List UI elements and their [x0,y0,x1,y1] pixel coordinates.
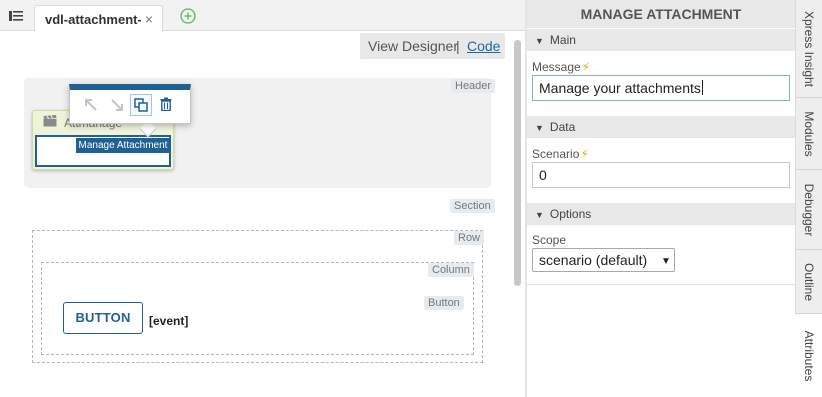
scenario-label-text: Scenario [532,147,580,161]
close-icon[interactable]: × [145,11,153,27]
panel-bottom-divider [527,284,795,285]
caret-down-icon: ▼ [535,210,544,220]
group-data-label: Data [549,120,576,134]
canvas-button-component[interactable]: BUTTON [63,302,143,334]
message-field-label: Message⚡ [532,60,590,74]
clapperboard-icon [43,115,57,127]
button-zone-tag: Button [424,296,464,310]
scenario-input[interactable]: 0 [532,162,790,188]
tab-attributes[interactable]: Attributes [795,314,822,397]
canvas-scrollbar[interactable] [514,40,521,286]
file-list-icon[interactable] [8,9,24,23]
message-label-text: Message [532,60,581,74]
file-tab-label: vdl-attachment-demo [45,12,141,27]
column-zone-tag: Column [428,263,474,277]
group-options-label: Options [549,207,592,221]
group-main-label: Main [549,33,576,47]
tab-xpress-insight-label: Xpress Insight [801,10,816,87]
lightning-bolt-icon: ⚡ [580,147,589,161]
move-up-icon[interactable] [80,94,102,116]
section-zone-tag: Section [450,199,495,213]
move-down-icon[interactable] [106,94,128,116]
group-options-header[interactable]: ▼ Options [527,203,795,225]
panel-title: MANAGE ATTACHMENT [527,0,795,28]
editor-tab-bar: vdl-attachment-demo × [0,0,526,32]
trash-icon[interactable] [156,94,178,116]
view-switcher: View Designer | Code [360,33,505,59]
group-main-header[interactable]: ▼ Main [527,29,795,51]
app-root: vdl-attachment-demo × View Designer | Co… [0,0,822,397]
scenario-field-label: Scenario⚡ [532,147,589,161]
caret-down-icon: ▼ [535,123,544,133]
row-zone-tag: Row [454,231,485,245]
tab-outline[interactable]: Outline [795,250,822,314]
text-cursor [701,80,703,95]
view-designer-label[interactable]: View Designer [368,38,458,54]
component-action-popover [69,84,191,124]
tab-modules-label: Modules [801,110,816,157]
add-tab-icon[interactable] [180,8,196,24]
view-code-link[interactable]: Code [467,38,500,54]
scope-field-label: Scope [532,233,567,247]
header-zone-tag: Header [451,79,496,93]
caret-down-icon: ▼ [535,36,544,46]
file-tab[interactable]: vdl-attachment-demo × [34,5,163,32]
view-separator: | [456,38,460,54]
copy-icon[interactable] [130,94,152,116]
message-input-value: Manage your attachments [539,80,701,96]
tab-attributes-label: Attributes [802,330,816,381]
scope-select[interactable]: scenario (default) [532,248,675,272]
tab-xpress-insight[interactable]: Xpress Insight [795,0,822,98]
event-label: [event] [149,314,189,328]
message-input[interactable]: Manage your attachments [532,75,790,101]
selected-component-label[interactable]: Manage Attachment [76,138,170,153]
tab-modules[interactable]: Modules [795,98,822,170]
tab-outline-label: Outline [801,262,816,301]
dropdown-arrow-icon: ▼ [661,256,671,267]
tab-debugger-label: Debugger [801,183,816,236]
tab-debugger[interactable]: Debugger [795,170,822,250]
lightning-bolt-icon: ⚡ [581,60,591,74]
group-data-header[interactable]: ▼ Data [527,116,795,138]
